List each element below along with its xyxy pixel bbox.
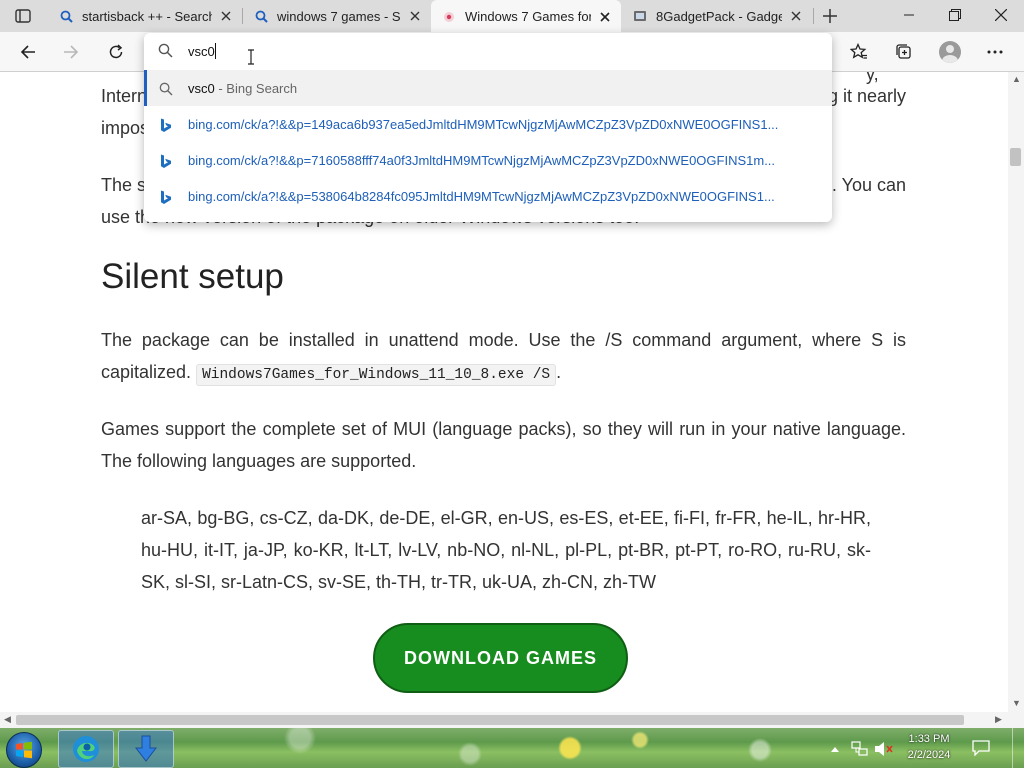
suggestion-suffix: - Bing Search	[214, 80, 298, 96]
notification-icon	[972, 740, 990, 756]
start-button[interactable]	[6, 732, 42, 768]
plus-icon	[823, 9, 837, 23]
tab-actions-icon	[15, 9, 31, 23]
minimize-button[interactable]	[886, 0, 932, 30]
forward-button[interactable]	[55, 36, 87, 68]
tab-title: Windows 7 Games for Windows	[465, 9, 591, 24]
taskbar-downloads-button[interactable]	[118, 730, 174, 768]
suggestion-link[interactable]: bing.com/ck/a?!&&p=7160588fff74a0f3Jmltd…	[144, 142, 832, 178]
vertical-scroll-thumb[interactable]	[1010, 148, 1021, 166]
windows-logo-icon	[16, 741, 32, 759]
show-hidden-icons-button[interactable]	[830, 730, 840, 768]
tab-separator	[813, 8, 814, 24]
show-desktop-button[interactable]	[1012, 728, 1024, 768]
horizontal-scroll-thumb[interactable]	[16, 715, 964, 725]
clock-date: 2/2/2024	[907, 749, 951, 761]
text-fragment: The s	[101, 175, 147, 195]
volume-muted-icon	[875, 742, 893, 756]
close-icon[interactable]	[218, 8, 234, 24]
more-dots-icon	[987, 50, 1003, 54]
text-cursor-icon	[247, 49, 255, 70]
suggestion-link[interactable]: bing.com/ck/a?!&&p=538064b8284fc095Jmltd…	[144, 178, 832, 214]
search-icon	[158, 43, 173, 63]
scroll-right-arrow-icon[interactable]: ▶	[995, 714, 1002, 725]
suggestion-link[interactable]: bing.com/ck/a?!&&p=149aca6b937ea5edJmltd…	[144, 106, 832, 142]
edge-browser-icon	[73, 736, 99, 762]
close-window-button[interactable]	[978, 0, 1024, 30]
address-bar-input[interactable]: vsc0	[144, 33, 832, 70]
restore-button[interactable]	[932, 0, 978, 30]
refresh-icon	[109, 44, 123, 59]
suggestion-text: vsc0 - Bing Search	[188, 81, 297, 96]
chevron-up-icon	[831, 747, 839, 752]
command-code: Windows7Games_for_Windows_11_10_8.exe /S	[196, 364, 557, 386]
tab-actions-button[interactable]	[8, 5, 38, 27]
text-fragment: g it nearly	[827, 86, 906, 106]
action-center-button[interactable]	[968, 736, 994, 760]
search-icon	[253, 8, 269, 24]
tab-windows7-games-search[interactable]: windows 7 games - Search	[243, 0, 431, 32]
collections-icon	[896, 44, 911, 59]
tab-strip: startisback ++ - Search windows 7 games …	[0, 0, 1024, 33]
forward-arrow-icon	[64, 45, 79, 59]
download-games-button[interactable]: DOWNLOAD GAMES	[373, 623, 628, 693]
bing-logo-icon	[158, 117, 174, 133]
close-icon[interactable]	[597, 9, 613, 25]
back-arrow-icon	[20, 45, 35, 59]
site-favicon	[441, 9, 457, 25]
vertical-scrollbar[interactable]	[1008, 72, 1024, 712]
refresh-button[interactable]	[100, 36, 132, 68]
address-bar-value: vsc0	[188, 44, 215, 59]
collections-button[interactable]	[888, 36, 920, 68]
tab-title: 8GadgetPack - Gadgets	[656, 8, 782, 24]
text-fragment: impos	[101, 118, 150, 138]
profile-button[interactable]	[934, 36, 966, 68]
section-heading: Silent setup	[101, 257, 284, 296]
avatar	[939, 41, 961, 63]
close-icon[interactable]	[788, 8, 804, 24]
scroll-up-arrow-icon[interactable]: ▲	[1012, 74, 1021, 84]
network-tray-button[interactable]	[851, 730, 869, 768]
taskbar-edge-button[interactable]	[58, 730, 114, 768]
favorites-button[interactable]	[843, 36, 875, 68]
search-icon	[58, 8, 74, 24]
silent-setup-paragraph: The package can be installed in unattend…	[101, 324, 906, 391]
languages-list: ar-SA, bg-BG, cs-CZ, da-DK, de-DE, el-GR…	[141, 508, 871, 592]
text-fragment: Intern	[101, 86, 148, 106]
volume-tray-button[interactable]	[874, 730, 894, 768]
tab-8gadgetpack[interactable]: 8GadgetPack - Gadgets	[622, 0, 812, 32]
taskbar-clock[interactable]: 1:33 PM 2/2/2024	[898, 731, 960, 763]
bing-logo-icon	[158, 153, 174, 169]
back-button[interactable]	[12, 36, 44, 68]
new-tab-button[interactable]	[818, 4, 842, 28]
suggestion-bing-search[interactable]: vsc0 - Bing Search	[144, 70, 832, 106]
address-bar-dropdown: vsc0 vsc0 - Bing Search bing.com/ck/a?!&…	[144, 33, 832, 222]
close-icon[interactable]	[407, 8, 423, 24]
bing-logo-icon	[158, 189, 174, 205]
download-arrow-icon	[134, 735, 158, 762]
restore-icon	[949, 9, 961, 21]
scroll-left-arrow-icon[interactable]: ◀	[4, 714, 11, 725]
tab-windows7-games-active[interactable]: Windows 7 Games for Windows	[431, 0, 621, 33]
minimize-icon	[904, 14, 914, 16]
text-fragment: .	[556, 362, 562, 382]
search-icon	[158, 81, 174, 97]
settings-more-button[interactable]	[979, 36, 1011, 68]
suggestion-url: bing.com/ck/a?!&&p=149aca6b937ea5edJmltd…	[188, 116, 779, 132]
network-icon	[851, 741, 868, 756]
gadget-favicon	[632, 8, 648, 24]
tab-title: windows 7 games - Search	[277, 8, 401, 24]
suggestion-url: bing.com/ck/a?!&&p=7160588fff74a0f3Jmltd…	[188, 152, 776, 168]
tab-title: startisback ++ - Search	[82, 8, 212, 24]
close-icon	[995, 9, 1007, 21]
suggestion-url: bing.com/ck/a?!&&p=538064b8284fc095Jmltd…	[188, 188, 775, 204]
mui-paragraph: Games support the complete set of MUI (l…	[101, 419, 906, 471]
star-list-icon	[850, 43, 867, 59]
scroll-down-arrow-icon[interactable]: ▼	[1012, 698, 1021, 708]
suggestion-query: vsc0	[188, 80, 215, 96]
text-caret	[215, 43, 216, 59]
clock-time: 1:33 PM	[908, 733, 950, 745]
text-fragment: . You can	[831, 175, 906, 195]
tab-startisback-search[interactable]: startisback ++ - Search	[48, 0, 242, 32]
